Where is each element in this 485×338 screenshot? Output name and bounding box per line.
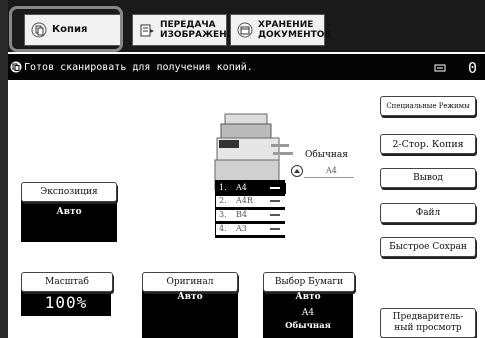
output-tray-icon [434, 64, 446, 72]
tab-document-filing[interactable]: ХРАНЕНИЕ ДОКУМЕНТОВ [230, 14, 331, 46]
copy-ratio-button[interactable]: Масштаб [21, 272, 113, 292]
copy-status-icon [10, 61, 22, 73]
paper-stack-icon [270, 200, 280, 202]
status-right: 0 [434, 59, 477, 77]
copy-screen: Копия ПЕРЕДАЧА ИЗОБРАЖЕНИЯ ХРАНЕНИЕ ДОКУ… [0, 0, 485, 338]
left-bezel [0, 0, 8, 338]
original-panel: Оригинал Авто [142, 272, 238, 338]
bypass-tray-icon[interactable] [291, 165, 303, 177]
tab-document-filing-label: ХРАНЕНИЕ ДОКУМЕНТОВ [258, 20, 332, 40]
paper-tray-list: 1. A4 2. A4R 3. B4 4. A3 [215, 180, 286, 238]
exposure-value: Авто [56, 207, 82, 217]
paper-size-value: A4 [301, 308, 315, 318]
copy-count: 0 [467, 59, 477, 77]
bypass-underline [304, 177, 354, 178]
output-button[interactable]: Вывод [380, 168, 476, 188]
image-send-icon [140, 24, 154, 37]
paper-select-panel: Выбор Бумаги Авто A4 Обычная [263, 272, 355, 338]
duplex-copy-button[interactable]: 2-Стор. Копия [380, 134, 476, 154]
quick-file-button[interactable]: Быстрое Сохран [380, 237, 476, 257]
paper-select-button[interactable]: Выбор Бумаги [263, 272, 355, 292]
paper-stack-icon [270, 187, 280, 189]
document-filing-icon [237, 22, 253, 38]
exposure-button[interactable]: Экспозиция [21, 182, 117, 202]
status-message: Готов сканировать для получения копий. [24, 61, 253, 73]
paper-stack-icon [270, 228, 280, 230]
paper-mode-value: Авто [295, 292, 321, 302]
copy-icon [31, 22, 47, 38]
original-button[interactable]: Оригинал [142, 272, 238, 292]
special-modes-button[interactable]: Специальные Режимы [380, 96, 476, 116]
original-value: Авто [177, 292, 203, 302]
tray-row-1[interactable]: 1. A4 [216, 183, 286, 194]
paper-stack-icon [270, 214, 280, 216]
tab-copy[interactable]: Копия [24, 14, 122, 46]
bypass-paper-size: A4 [326, 166, 337, 175]
tab-image-send[interactable]: ПЕРЕДАЧА ИЗОБРАЖЕНИЯ [132, 14, 241, 46]
mode-tab-bar: Копия ПЕРЕДАЧА ИЗОБРАЖЕНИЯ ХРАНЕНИЕ ДОКУ… [8, 0, 485, 52]
tab-copy-label: Копия [52, 24, 88, 35]
bypass-paper-type: Обычная [305, 150, 348, 160]
preview-button[interactable]: Предваритель- ный просмотр [380, 308, 476, 338]
paper-type-value: Обычная [285, 321, 331, 331]
tray-row-4[interactable]: 4. A3 [216, 224, 286, 235]
copy-ratio-value: 100% [44, 293, 88, 312]
exposure-panel: Экспозиция Авто [21, 182, 117, 242]
tray-row-3[interactable]: 3. B4 [216, 210, 286, 221]
tab-image-send-label: ПЕРЕДАЧА ИЗОБРАЖЕНИЯ [160, 20, 242, 40]
copy-ratio-panel: Масштаб 100% [21, 272, 113, 316]
tray-row-2[interactable]: 2. A4R [216, 196, 286, 207]
status-bar: Готов сканировать для получения копий. 0 [8, 54, 485, 80]
file-button[interactable]: Файл [380, 203, 476, 223]
